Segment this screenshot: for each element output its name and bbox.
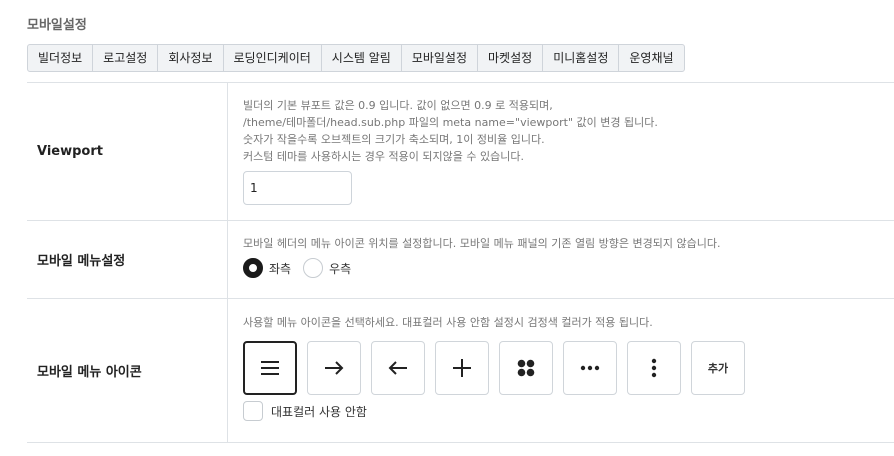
menu-icon-row: 모바일 메뉴 아이콘 사용할 메뉴 아이콘을 선택하세요. 대표컬러 사용 안함… [27,299,894,443]
add-icon-button[interactable]: 추가 [691,341,745,395]
radio-left[interactable]: 좌측 [243,258,291,278]
plus-icon-button[interactable] [435,341,489,395]
tab-logo-settings[interactable]: 로고설정 [93,45,159,71]
radio-left-dot[interactable] [243,258,263,278]
menu-setting-desc: 모바일 헤더의 메뉴 아이콘 위치를 설정합니다. 모바일 메뉴 패널의 기존 … [243,237,721,250]
page-title: 모바일설정 [27,18,87,33]
tab-mobile-settings[interactable]: 모바일설정 [402,45,479,71]
tab-builder-info[interactable]: 빌더정보 [28,45,94,71]
add-button-label: 추가 [707,362,729,375]
grid-dots-icon-button[interactable] [499,341,553,395]
more-horizontal-icon-button[interactable] [563,341,617,395]
arrow-right-icon [325,361,344,375]
viewport-desc-line: /theme/테마폴더/head.sub.php 파일의 meta name="… [243,116,658,129]
viewport-body: 빌더의 기본 뷰포트 값은 0.9 입니다. 값이 없으면 0.9 로 적용되며… [228,83,894,220]
viewport-desc-line: 숫자가 작을수록 오브젝트의 크기가 축소되며, 1이 정비율 입니다. [243,133,545,146]
hamburger-icon-button[interactable] [243,341,297,395]
arrow-left-icon [388,361,407,375]
radio-left-label: 좌측 [269,261,292,276]
arrow-right-icon-button[interactable] [307,341,361,395]
radio-right-label: 우측 [329,261,352,276]
viewport-input[interactable] [243,171,352,205]
brand-color-option: 대표컬러 사용 안함 [243,401,894,421]
tab-loading-indicator[interactable]: 로딩인디케이터 [224,45,322,71]
viewport-desc-line: 커스텀 테마를 사용하시는 경우 적용이 되지않을 수 있습니다. [243,150,524,163]
menu-icon-label: 모바일 메뉴 아이콘 [27,299,228,442]
more-vertical-icon-button[interactable] [627,341,681,395]
viewport-label: Viewport [27,83,228,220]
menu-setting-label: 모바일 메뉴설정 [27,221,228,298]
viewport-desc-line: 빌더의 기본 뷰포트 값은 0.9 입니다. 값이 없으면 0.9 로 적용되며… [243,99,553,112]
settings-form: Viewport 빌더의 기본 뷰포트 값은 0.9 입니다. 값이 없으면 0… [27,82,894,443]
menu-icon-desc: 사용할 메뉴 아이콘을 선택하세요. 대표컬러 사용 안함 설정시 검정색 컬러… [243,316,653,329]
viewport-row: Viewport 빌더의 기본 뷰포트 값은 0.9 입니다. 값이 없으면 0… [27,83,894,221]
arrow-left-icon-button[interactable] [371,341,425,395]
menu-icon-body: 사용할 메뉴 아이콘을 선택하세요. 대표컬러 사용 안함 설정시 검정색 컬러… [228,299,894,442]
icon-button-group: 추가 [243,341,894,395]
tab-system-alert[interactable]: 시스템 알림 [322,45,402,71]
settings-tabs: 빌더정보 로고설정 회사정보 로딩인디케이터 시스템 알림 모바일설정 마켓설정… [27,44,685,72]
radio-right-dot[interactable] [303,258,324,278]
brand-color-checkbox[interactable] [243,401,263,421]
tab-company-info[interactable]: 회사정보 [158,45,224,71]
grid-dots-icon [517,359,535,377]
tab-minihome-settings[interactable]: 미니홈설정 [543,45,620,71]
hamburger-icon [261,361,279,375]
radio-right[interactable]: 우측 [303,258,351,278]
more-horizontal-icon [580,365,600,371]
brand-color-checkbox-label[interactable]: 대표컬러 사용 안함 [271,403,367,420]
plus-icon [453,359,471,377]
more-vertical-icon [651,358,657,378]
menu-setting-body: 모바일 헤더의 메뉴 아이콘 위치를 설정합니다. 모바일 메뉴 패널의 기존 … [228,221,894,298]
menu-position-radios: 좌측 우측 [243,258,894,278]
tab-market-settings[interactable]: 마켓설정 [478,45,544,71]
menu-setting-row: 모바일 메뉴설정 모바일 헤더의 메뉴 아이콘 위치를 설정합니다. 모바일 메… [27,221,894,299]
tab-operation-channel[interactable]: 운영채널 [619,45,683,71]
